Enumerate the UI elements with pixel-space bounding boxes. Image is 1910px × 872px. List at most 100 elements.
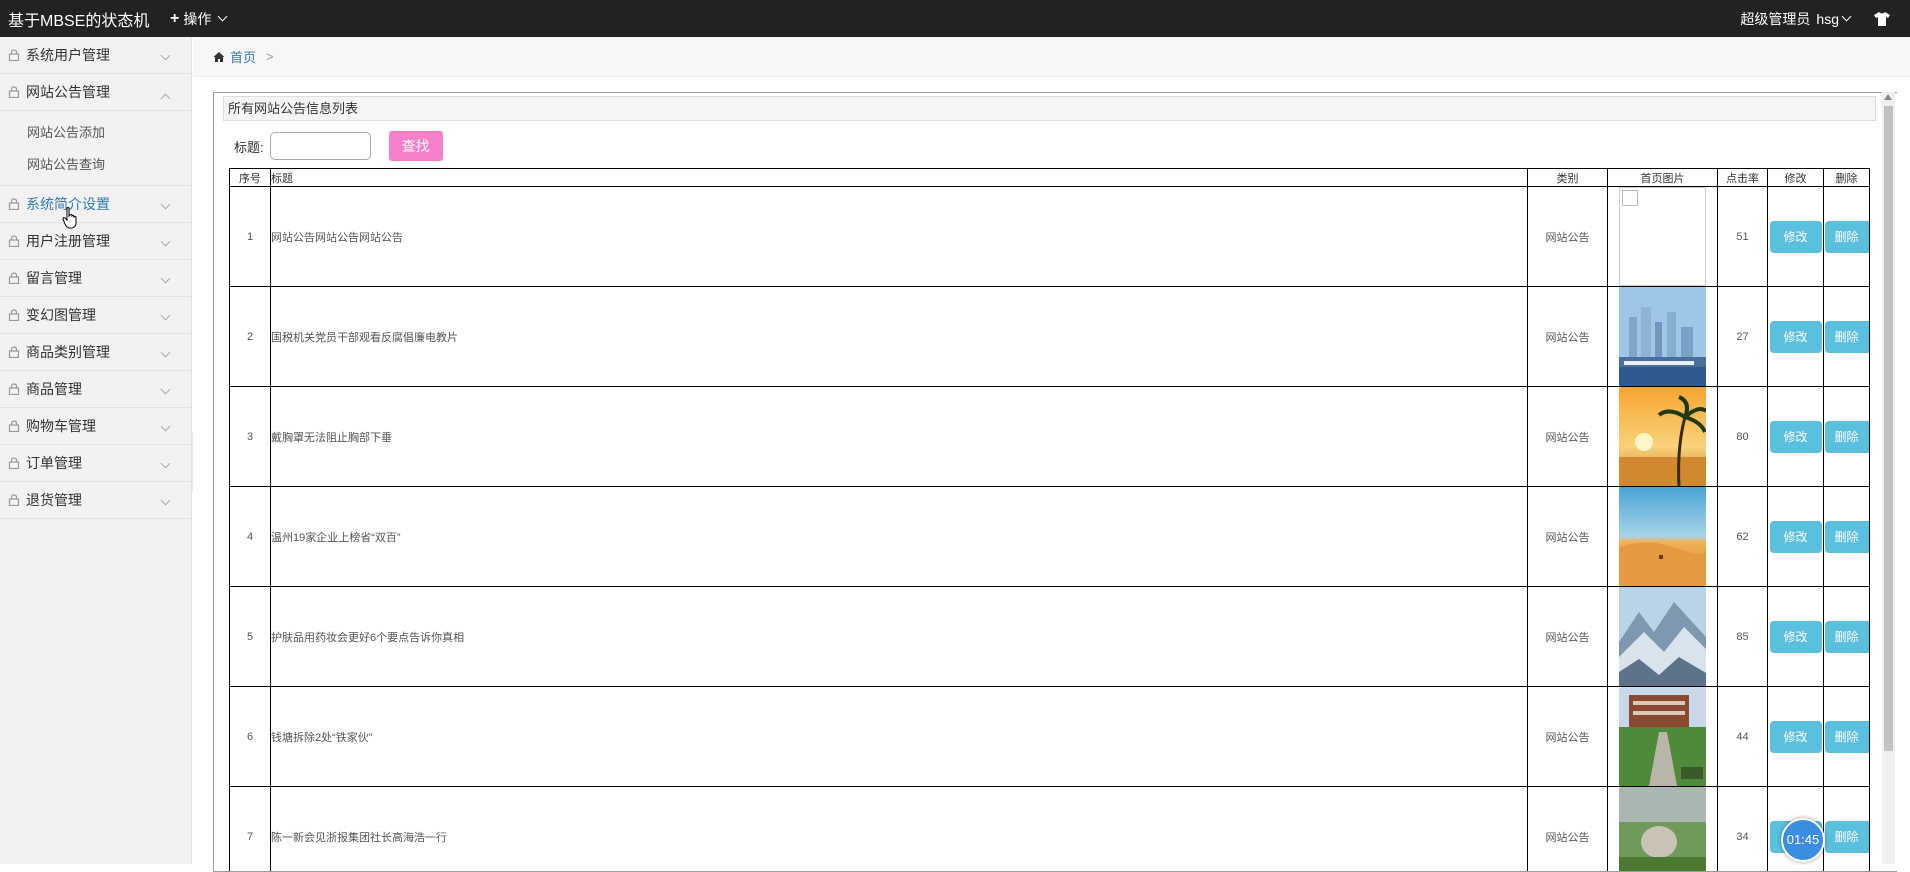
cell-category: 网站公告	[1528, 787, 1608, 872]
cell-edit: 修改	[1768, 587, 1824, 687]
lock-icon	[8, 86, 20, 98]
sidebar-item-label: 退货管理	[26, 490, 82, 510]
edit-button[interactable]: 修改	[1770, 721, 1822, 753]
delete-button[interactable]: 删除	[1825, 321, 1869, 353]
delete-button[interactable]: 删除	[1825, 621, 1869, 653]
cell-delete: 删除	[1824, 387, 1870, 487]
broken-image-icon	[1619, 187, 1706, 286]
lock-icon	[8, 309, 20, 321]
cell-title: 温州19家企业上榜省“双百”	[271, 487, 1528, 587]
chevron-down-icon	[1842, 11, 1852, 21]
breadcrumb-home-link[interactable]: 首页	[230, 47, 256, 66]
delete-button[interactable]: 删除	[1825, 221, 1869, 253]
edit-button[interactable]: 修改	[1770, 521, 1822, 553]
chevron-down-icon	[158, 236, 173, 252]
sidebar-item-label: 留言管理	[26, 268, 82, 288]
timer-badge[interactable]: 01:45	[1781, 818, 1825, 862]
sidebar-item[interactable]: 退货管理	[0, 482, 191, 519]
notice-table: 序号 标题 类别 首页图片 点击率 修改 删除 1网站公告网站公告网站公告网站公…	[229, 168, 1870, 872]
sidebar-item[interactable]: 购物车管理	[0, 408, 191, 445]
sidebar-item[interactable]: 系统用户管理	[0, 37, 191, 74]
sidebar-item[interactable]: 用户注册管理	[0, 223, 191, 260]
table-row: 2国税机关党员干部观看反腐倡廉电教片网站公告27修改删除	[230, 287, 1870, 387]
cell-title: 陈一新会见浙报集团社长高海浩一行	[271, 787, 1528, 872]
chevron-down-icon	[158, 347, 173, 363]
cell-category: 网站公告	[1528, 387, 1608, 487]
table-row: 6钱塘拆除2处“铁家伙”网站公告44修改删除	[230, 687, 1870, 787]
cell-index: 7	[230, 787, 271, 872]
sidebar-item[interactable]: 订单管理	[0, 445, 191, 482]
sidebar-item-label: 商品管理	[26, 379, 82, 399]
skin-shirt-icon[interactable]	[1874, 12, 1890, 26]
sidebar-item[interactable]: 留言管理	[0, 260, 191, 297]
cell-index: 5	[230, 587, 271, 687]
col-header-index: 序号	[230, 169, 271, 187]
sidebar-submenu: 网站公告添加网站公告查询	[0, 111, 191, 186]
table-header-row: 序号 标题 类别 首页图片 点击率 修改 删除	[230, 169, 1870, 187]
cell-edit: 修改	[1768, 187, 1824, 287]
lock-icon	[8, 346, 20, 358]
user-menu[interactable]: hsg	[1816, 11, 1854, 27]
lock-icon	[8, 383, 20, 395]
sidebar-item[interactable]: 变幻图管理	[0, 297, 191, 334]
sidebar-item-label: 用户注册管理	[26, 231, 110, 251]
search-label: 标题:	[234, 137, 264, 156]
cell-clicks: 34	[1718, 787, 1768, 872]
cell-title: 网站公告网站公告网站公告	[271, 187, 1528, 287]
cell-title: 钱塘拆除2处“铁家伙”	[271, 687, 1528, 787]
cell-image	[1608, 187, 1718, 287]
app-title[interactable]: 基于MBSE的状态机	[0, 7, 170, 31]
chevron-down-icon	[158, 421, 173, 437]
search-form: 标题: 查找	[234, 131, 443, 161]
edit-button[interactable]: 修改	[1770, 321, 1822, 353]
panel-title: 所有网站公告信息列表	[223, 96, 1876, 121]
delete-button[interactable]: 删除	[1825, 521, 1869, 553]
sidebar-item[interactable]: 网站公告管理	[0, 74, 191, 111]
delete-button[interactable]: 删除	[1825, 421, 1869, 453]
cell-title: 国税机关党员干部观看反腐倡廉电教片	[271, 287, 1528, 387]
breadcrumb-separator: >	[266, 49, 274, 64]
sidebar-item[interactable]: 商品类别管理	[0, 334, 191, 371]
vertical-scrollbar[interactable]	[1882, 92, 1895, 864]
delete-button[interactable]: 删除	[1825, 821, 1869, 853]
edit-button[interactable]: 修改	[1770, 221, 1822, 253]
edit-button[interactable]: 修改	[1770, 421, 1822, 453]
chevron-down-icon	[158, 458, 173, 474]
sidebar-item[interactable]: 系统简介设置	[0, 186, 191, 223]
sidebar-subitem[interactable]: 网站公告查询	[0, 149, 191, 181]
main-content: 所有网站公告信息列表 标题: 查找 序号 标题 类别 首页图片 点击率 修改 删…	[193, 77, 1910, 864]
cell-index: 4	[230, 487, 271, 587]
operations-menu[interactable]: + 操作	[170, 9, 230, 29]
col-header-edit: 修改	[1768, 169, 1824, 187]
thumbnail-image	[1619, 487, 1706, 586]
sidebar-item[interactable]: 商品管理	[0, 371, 191, 408]
col-header-title: 标题	[271, 169, 1528, 187]
cell-index: 1	[230, 187, 271, 287]
lock-icon	[8, 49, 20, 61]
sidebar-subitem[interactable]: 网站公告添加	[0, 117, 191, 149]
cell-edit: 修改	[1768, 387, 1824, 487]
lock-icon	[8, 235, 20, 247]
cell-image	[1608, 587, 1718, 687]
sidebar-item-label: 系统用户管理	[26, 45, 110, 65]
delete-button[interactable]: 删除	[1825, 721, 1869, 753]
chevron-up-icon	[158, 87, 173, 103]
chevron-down-icon	[158, 384, 173, 400]
cell-clicks: 51	[1718, 187, 1768, 287]
user-name: hsg	[1816, 11, 1839, 27]
plus-icon: +	[170, 10, 179, 28]
thumbnail-image	[1619, 587, 1706, 686]
edit-button[interactable]: 修改	[1770, 621, 1822, 653]
search-button[interactable]: 查找	[389, 131, 443, 161]
lock-icon	[8, 198, 20, 210]
title-search-input[interactable]	[270, 132, 371, 160]
cell-clicks: 80	[1718, 387, 1768, 487]
thumbnail-image	[1619, 287, 1706, 386]
cell-category: 网站公告	[1528, 287, 1608, 387]
table-row: 1网站公告网站公告网站公告网站公告51修改删除	[230, 187, 1870, 287]
cell-delete: 删除	[1824, 487, 1870, 587]
cell-title: 护肤品用药妆会更好6个要点告诉你真相	[271, 587, 1528, 687]
scrollbar-thumb[interactable]	[1884, 106, 1893, 751]
scroll-up-arrow-icon[interactable]	[1884, 94, 1892, 100]
cell-image	[1608, 687, 1718, 787]
